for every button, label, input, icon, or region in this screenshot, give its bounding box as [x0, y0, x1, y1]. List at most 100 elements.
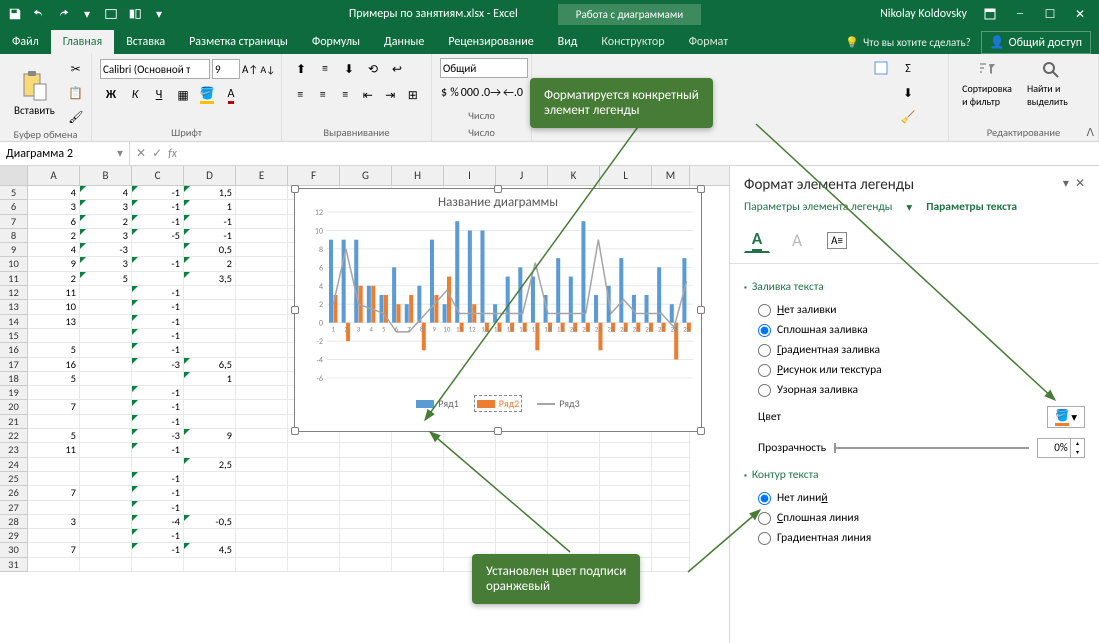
minimize-icon[interactable]: ─ — [1005, 3, 1035, 25]
cell[interactable] — [236, 543, 288, 557]
row-header[interactable]: 15 — [0, 329, 28, 343]
cell[interactable]: 1,5 — [184, 186, 236, 200]
cell[interactable] — [80, 458, 132, 472]
cell[interactable] — [236, 243, 288, 257]
cell[interactable] — [80, 358, 132, 372]
cell[interactable] — [236, 315, 288, 329]
row-header[interactable]: 16 — [0, 343, 28, 357]
cell[interactable]: 11 — [28, 443, 80, 457]
cell[interactable] — [80, 486, 132, 500]
underline-icon[interactable]: Ч — [148, 84, 170, 106]
cell[interactable] — [288, 486, 340, 500]
cell[interactable] — [288, 529, 340, 543]
transparency-value[interactable]: 0%▴▾ — [1037, 438, 1085, 458]
cell[interactable] — [496, 486, 548, 500]
enter-formula-icon[interactable]: ✓ — [152, 146, 162, 161]
cell[interactable] — [444, 443, 496, 457]
pane-options-icon[interactable]: ▾ — [1063, 176, 1069, 191]
align-right-icon[interactable]: ≡ — [335, 84, 356, 106]
cell[interactable] — [132, 372, 184, 386]
cell[interactable] — [80, 558, 132, 572]
fill-color-icon[interactable]: 🪣 — [196, 84, 218, 106]
cell[interactable]: -1 — [132, 386, 184, 400]
qat-icon[interactable]: ▾ — [76, 3, 98, 25]
cell[interactable] — [80, 343, 132, 357]
cell[interactable] — [288, 458, 340, 472]
cell[interactable]: 5 — [28, 343, 80, 357]
cell[interactable] — [496, 529, 548, 543]
cell[interactable] — [80, 429, 132, 443]
cell[interactable]: -1 — [132, 200, 184, 214]
cell[interactable] — [548, 529, 600, 543]
cell[interactable] — [444, 472, 496, 486]
cell[interactable] — [340, 458, 392, 472]
row-header[interactable]: 18 — [0, 372, 28, 386]
row-header[interactable]: 27 — [0, 501, 28, 515]
cell[interactable]: -1 — [132, 501, 184, 515]
redo-icon[interactable] — [52, 3, 74, 25]
indent-dec-icon[interactable]: ⇤ — [358, 84, 379, 106]
cell[interactable]: -1 — [132, 486, 184, 500]
row-header[interactable]: 20 — [0, 400, 28, 414]
cell[interactable] — [236, 186, 288, 200]
cell[interactable] — [80, 300, 132, 314]
clear-icon[interactable]: 🧹 — [897, 106, 919, 128]
row-header[interactable]: 25 — [0, 472, 28, 486]
cell[interactable] — [340, 558, 392, 572]
cell[interactable] — [80, 286, 132, 300]
cell[interactable]: 9 — [184, 429, 236, 443]
align-bottom-icon[interactable]: ⬇ — [338, 58, 360, 80]
cell[interactable] — [340, 515, 392, 529]
cell[interactable] — [80, 501, 132, 515]
cell[interactable] — [28, 472, 80, 486]
row-header[interactable]: 17 — [0, 358, 28, 372]
cell[interactable] — [236, 501, 288, 515]
cell[interactable]: -4 — [132, 515, 184, 529]
cell[interactable] — [236, 486, 288, 500]
cell[interactable] — [184, 300, 236, 314]
row-header[interactable]: 7 — [0, 215, 28, 229]
cell[interactable] — [548, 515, 600, 529]
cell[interactable] — [236, 429, 288, 443]
tab-formulas[interactable]: Формулы — [300, 30, 372, 54]
cell[interactable] — [548, 458, 600, 472]
cell[interactable] — [80, 329, 132, 343]
cell[interactable] — [392, 443, 444, 457]
indent-inc-icon[interactable]: ⇥ — [380, 84, 401, 106]
cell[interactable]: 2 — [80, 215, 132, 229]
cell[interactable] — [236, 200, 288, 214]
cell[interactable]: 4,5 — [184, 543, 236, 557]
cell[interactable] — [80, 472, 132, 486]
find-select-button[interactable]: Найти и выделить — [1021, 58, 1081, 110]
cell[interactable] — [236, 300, 288, 314]
cell[interactable] — [392, 529, 444, 543]
cell[interactable] — [652, 515, 690, 529]
cell[interactable] — [652, 443, 690, 457]
cell[interactable] — [392, 472, 444, 486]
cell[interactable] — [236, 443, 288, 457]
row-header[interactable]: 5 — [0, 186, 28, 200]
qat-icon[interactable] — [100, 3, 122, 25]
cell[interactable]: -5 — [132, 229, 184, 243]
cell[interactable] — [548, 472, 600, 486]
cell[interactable] — [652, 558, 690, 572]
cell[interactable] — [236, 358, 288, 372]
insert-cells-icon[interactable] — [867, 58, 895, 78]
cell[interactable] — [652, 458, 690, 472]
col-header[interactable]: F — [288, 166, 340, 185]
dec-decimal-icon[interactable]: ←.0 — [503, 82, 523, 104]
shrink-font-icon[interactable]: A↓ — [260, 58, 275, 80]
cell[interactable]: 5 — [28, 372, 80, 386]
cell[interactable] — [184, 286, 236, 300]
ribbon-options-icon[interactable] — [975, 3, 1005, 25]
close-icon[interactable]: ✕ — [1065, 3, 1095, 25]
row-header[interactable]: 26 — [0, 486, 28, 500]
cell[interactable] — [392, 543, 444, 557]
cell[interactable]: 4 — [28, 243, 80, 257]
cell[interactable] — [288, 472, 340, 486]
cell[interactable]: 5 — [80, 272, 132, 286]
row-header[interactable]: 8 — [0, 229, 28, 243]
cell[interactable]: 11 — [28, 286, 80, 300]
row-header[interactable]: 28 — [0, 515, 28, 529]
row-header[interactable]: 23 — [0, 443, 28, 457]
